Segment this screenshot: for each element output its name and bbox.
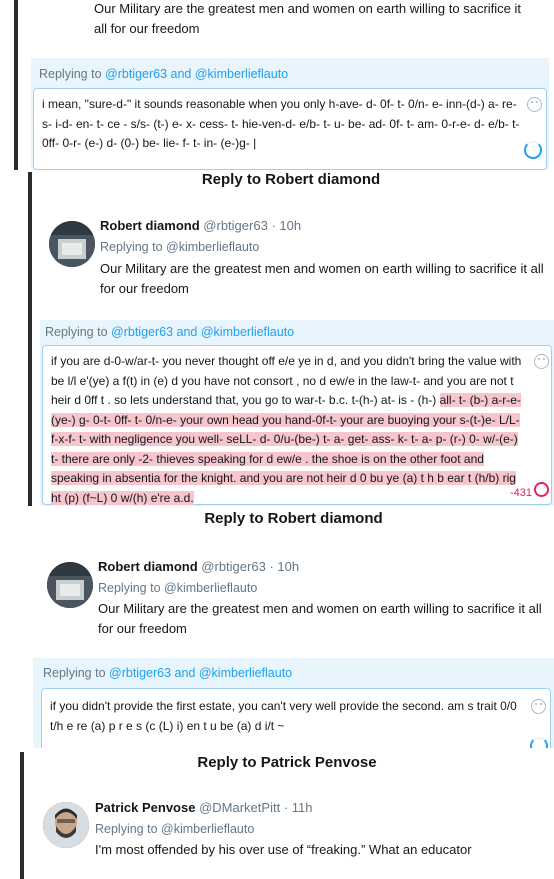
replying-to-line: Replying to @kimberlieflauto — [98, 581, 258, 595]
author-handle[interactable]: @rbtiger63 — [201, 559, 266, 574]
reply-dialog-title: Reply to Patrick Penvose — [197, 754, 377, 771]
tweet-time[interactable]: 10h — [279, 218, 301, 233]
reply-compose-box: Replying to @rbtiger63 and @kimberliefla… — [33, 658, 554, 748]
reply-text-over-limit: all- t- (b-) a-r-e- (ye-) g- 0-t- 0ff- t… — [51, 393, 521, 505]
emoji-icon[interactable] — [534, 354, 549, 369]
panel-left-border — [20, 752, 24, 879]
avatar-image-icon — [49, 221, 95, 267]
reply-text-editor[interactable]: if you didn't provide the first estate, … — [41, 688, 551, 748]
panel-left-border — [14, 0, 18, 170]
replying-to-line: Replying to @kimberlieflauto — [100, 240, 260, 254]
reply-compose-box: Replying to @rbtiger63 and @kimberliefla… — [40, 320, 554, 506]
panel-left-border — [28, 172, 32, 506]
reply-text-editor[interactable]: i mean, "sure-d-" it sounds reasonable w… — [33, 88, 547, 170]
reply-panel-3: Reply to Robert diamond Robert diamond @… — [33, 507, 554, 748]
reply-panel-1: Our Military are the greatest men and wo… — [14, 0, 554, 170]
tweet-text: I'm most offended by his over use of “fr… — [95, 842, 472, 857]
avatar[interactable] — [47, 562, 93, 608]
replying-to-text: Replying to — [39, 67, 102, 81]
author-handle[interactable]: @rbtiger63 — [203, 218, 268, 233]
avatar-image-icon — [47, 562, 93, 608]
author-line: Robert diamond @rbtiger63 · 10h — [100, 218, 301, 233]
reply-handles-link[interactable]: @rbtiger63 and @kimberlieflauto — [109, 666, 292, 680]
reply-panel-4: Reply to Patrick Penvose Patrick Penvose… — [20, 752, 554, 879]
replying-to-text: Replying to — [43, 666, 106, 680]
replying-to-text: Replying to — [45, 325, 108, 339]
avatar-person-icon — [43, 802, 89, 848]
author-line: Patrick Penvose @DMarketPitt · 11h — [95, 800, 313, 815]
tweet-text: Our Military are the greatest men and wo… — [100, 261, 544, 296]
character-count-ring-icon — [524, 141, 542, 159]
reply-input-text: i mean, "sure-d-" it sounds reasonable w… — [42, 97, 520, 150]
avatar[interactable] — [43, 802, 89, 848]
tweet-time[interactable]: 11h — [292, 800, 313, 815]
character-limit-ring-icon — [534, 482, 549, 497]
emoji-icon[interactable] — [527, 97, 542, 112]
author-name[interactable]: Robert diamond — [98, 559, 198, 574]
tweet-text: Our Military are the greatest men and wo… — [94, 1, 522, 36]
author-handle[interactable]: @DMarketPitt — [199, 800, 280, 815]
tweet-time[interactable]: 10h — [277, 559, 299, 574]
separator-dot: · — [283, 800, 292, 815]
reply-dialog-title: Reply to Robert diamond — [204, 510, 383, 527]
emoji-icon[interactable] — [531, 699, 546, 714]
replying-to-label: Replying to @rbtiger63 and @kimberliefla… — [43, 666, 292, 680]
reply-compose-box: Replying to @rbtiger63 and @kimberliefla… — [31, 58, 549, 170]
reply-handles-link[interactable]: @rbtiger63 and @kimberlieflauto — [111, 325, 294, 339]
reply-handles-link[interactable]: @rbtiger63 and @kimberlieflauto — [105, 67, 288, 81]
replying-to-line: Replying to @kimberlieflauto — [95, 822, 255, 836]
reply-input-text: if you didn't provide the first estate, … — [50, 699, 517, 733]
author-name[interactable]: Robert diamond — [100, 218, 200, 233]
reply-panel-2: Reply to Robert diamond Robert diamond @… — [28, 172, 554, 506]
replying-to-label: Replying to @rbtiger63 and @kimberliefla… — [39, 67, 288, 81]
avatar[interactable] — [49, 221, 95, 267]
reply-dialog-title: Reply to Robert diamond — [201, 172, 381, 188]
author-line: Robert diamond @rbtiger63 · 10h — [98, 559, 299, 574]
character-count: -431 — [509, 487, 532, 499]
character-count-ring-icon — [530, 737, 548, 748]
tweet-text: Our Military are the greatest men and wo… — [98, 601, 542, 636]
reply-text-editor[interactable]: if you are d-0-w/ar-t- you never thought… — [42, 345, 552, 505]
reply-input-text: if you are d-0-w/ar-t- you never thought… — [51, 352, 527, 506]
replying-to-label: Replying to @rbtiger63 and @kimberliefla… — [45, 325, 294, 339]
author-name[interactable]: Patrick Penvose — [95, 800, 195, 815]
